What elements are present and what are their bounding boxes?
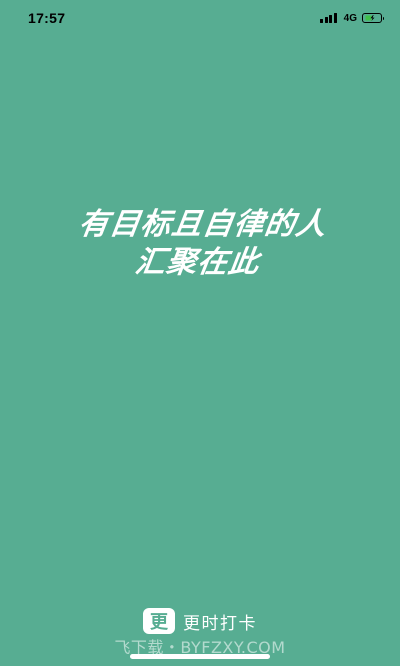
app-logo-icon: 更 [143,608,175,634]
home-indicator[interactable] [130,654,270,659]
brand-footer: 更 更时打卡 [0,608,400,634]
splash-screen: 17:57 4G 有目标且自律的人 汇聚在此 更 更时打卡 飞下载・BYFZXY… [0,0,400,666]
status-time: 17:57 [28,10,66,26]
app-name: 更时打卡 [183,613,257,634]
slogan-line-2: 汇聚在此 [132,245,262,280]
network-type: 4G [343,12,357,24]
battery-charging-icon [362,13,384,23]
slogan: 有目标且自律的人 汇聚在此 [0,206,400,282]
status-bar: 17:57 4G [0,0,400,36]
slogan-line-1: 有目标且自律的人 [76,207,330,242]
status-indicators: 4G [320,12,384,24]
signal-icon [320,13,337,23]
